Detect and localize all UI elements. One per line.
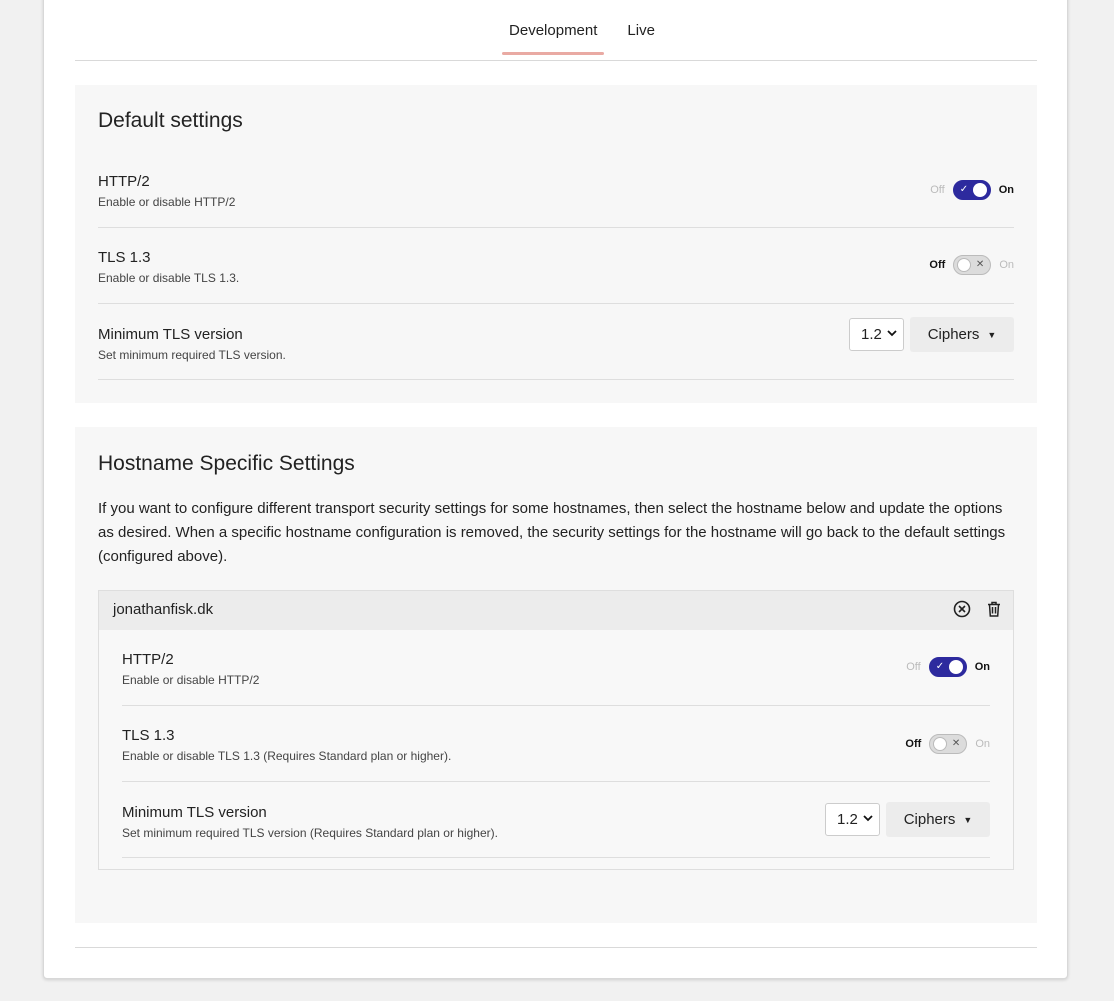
tls13-toggle[interactable]: ✕ [953, 255, 992, 275]
http2-toggle-group: Off ✓ On [930, 180, 1014, 200]
toggle-knob [948, 660, 963, 674]
tls13-off-label: Off [929, 259, 946, 271]
hostname-header: jonathanfisk.dk [99, 591, 1013, 630]
host-min-tls-row: Minimum TLS version Set minimum required… [122, 782, 990, 858]
hostname-settings-panel: Hostname Specific Settings If you want t… [75, 427, 1037, 923]
http2-on-label: On [998, 184, 1014, 196]
min-tls-value: 1.2 [861, 326, 882, 343]
ciphers-label: Ciphers [927, 326, 980, 343]
tls13-on-label: On [999, 259, 1014, 271]
trash-icon[interactable] [985, 600, 1003, 623]
host-tls13-row: TLS 1.3 Enable or disable TLS 1.3 (Requi… [122, 706, 990, 782]
min-tls-desc: Set minimum required TLS version. [98, 348, 286, 362]
default-settings-title: Default settings [98, 109, 243, 132]
hostname-settings-description: If you want to configure different trans… [98, 500, 1006, 565]
tls13-desc: Enable or disable TLS 1.3. [98, 271, 240, 285]
host-min-tls-value: 1.2 [837, 811, 858, 828]
toggle-knob [957, 258, 972, 272]
host-http2-row: HTTP/2 Enable or disable HTTP/2 Off ✓ On [122, 630, 990, 706]
tab-development[interactable]: Development [502, 1, 605, 55]
toggle-knob [933, 737, 948, 751]
host-min-tls-controls: 1.2 Ciphers ▼ [825, 802, 990, 837]
host-http2-desc: Enable or disable HTTP/2 [122, 673, 260, 687]
min-tls-title: Minimum TLS version [98, 326, 243, 343]
host-tls13-toggle[interactable]: ✕ [929, 734, 968, 754]
http2-desc: Enable or disable HTTP/2 [98, 195, 236, 209]
host-min-tls-desc: Set minimum required TLS version (Requir… [122, 826, 498, 840]
close-circle-icon[interactable] [953, 600, 971, 623]
x-icon: ✕ [951, 738, 961, 749]
host-min-tls-select[interactable]: 1.2 [825, 803, 880, 836]
caret-down-icon: ▼ [963, 814, 973, 825]
host-tls13-toggle-group: Off ✕ On [905, 734, 990, 754]
host-ciphers-label: Ciphers [903, 811, 956, 828]
ciphers-button[interactable]: Ciphers ▼ [910, 317, 1014, 352]
bottom-divider [75, 947, 1037, 948]
toggle-knob [972, 183, 987, 197]
hostname-actions [953, 600, 1003, 623]
host-http2-off-label: Off [906, 661, 921, 673]
http2-toggle[interactable]: ✓ [952, 180, 991, 200]
caret-down-icon: ▼ [987, 329, 997, 340]
tls13-title: TLS 1.3 [98, 249, 151, 266]
host-http2-toggle[interactable]: ✓ [928, 657, 967, 677]
min-tls-row: Minimum TLS version Set minimum required… [98, 304, 1014, 380]
host-tls13-title: TLS 1.3 [122, 727, 175, 744]
http2-off-label: Off [930, 184, 945, 196]
environment-tabs: Development Live [75, 1, 1037, 61]
http2-title: HTTP/2 [98, 173, 150, 190]
check-icon: ✓ [935, 661, 945, 672]
hostname-label: jonathanfisk.dk [113, 601, 214, 618]
min-tls-select[interactable]: 1.2 [849, 318, 904, 351]
min-tls-controls: 1.2 Ciphers ▼ [849, 317, 1014, 352]
hostname-config-box: jonathanfisk.dk HTTP/2 Enable or disable… [98, 590, 1014, 870]
default-settings-panel: Default settings HTTP/2 Enable or disabl… [75, 85, 1037, 403]
host-http2-on-label: On [974, 661, 990, 673]
host-min-tls-title: Minimum TLS version [122, 804, 267, 821]
hostname-settings-title: Hostname Specific Settings [98, 452, 355, 475]
settings-card: Development Live Default settings HTTP/2… [43, 0, 1068, 979]
check-icon: ✓ [959, 184, 969, 195]
host-http2-toggle-group: Off ✓ On [906, 657, 990, 677]
tls13-toggle-group: Off ✕ On [929, 255, 1014, 275]
x-icon: ✕ [975, 259, 985, 270]
tls13-row: TLS 1.3 Enable or disable TLS 1.3. Off ✕… [98, 228, 1014, 304]
tab-live[interactable]: Live [620, 1, 662, 54]
http2-row: HTTP/2 Enable or disable HTTP/2 Off ✓ On [98, 152, 1014, 228]
host-ciphers-button[interactable]: Ciphers ▼ [886, 802, 990, 837]
chevron-down-icon [887, 329, 897, 340]
host-tls13-off-label: Off [905, 738, 922, 750]
host-tls13-desc: Enable or disable TLS 1.3 (Requires Stan… [122, 749, 452, 763]
host-tls13-on-label: On [975, 738, 990, 750]
chevron-down-icon [863, 814, 873, 825]
host-http2-title: HTTP/2 [122, 651, 174, 668]
